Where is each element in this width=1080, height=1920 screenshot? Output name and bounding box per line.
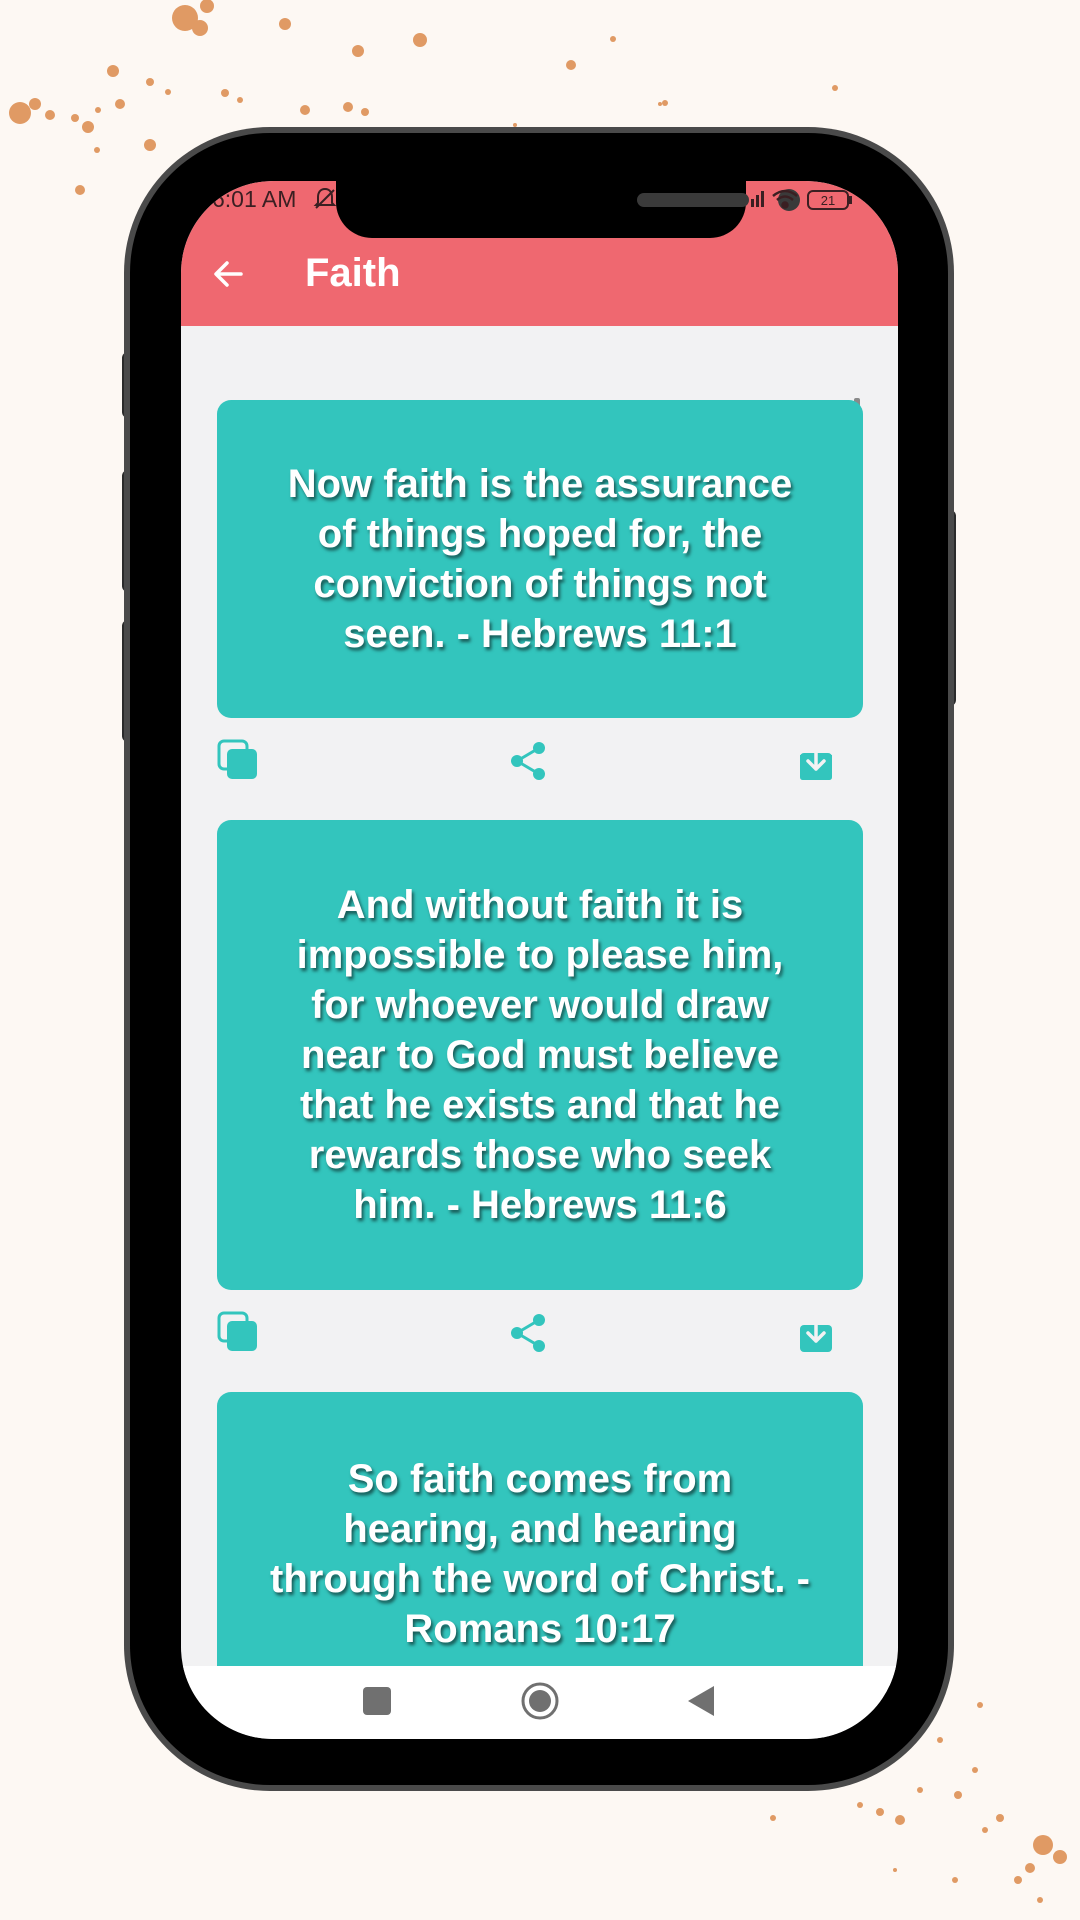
verse-text: And without faith it is impossible to pl… xyxy=(296,883,784,1227)
verse-card[interactable]: So faith comes from hearing, and hearing… xyxy=(217,1392,863,1666)
camera-notch xyxy=(336,181,800,238)
status-icons: 21 xyxy=(751,189,852,210)
phone-screen: 6:01 AM 21 Faith Now faith is the assura… xyxy=(181,181,898,1739)
earpiece-speaker xyxy=(637,193,749,207)
verse-text: So faith comes from hearing, and hearing… xyxy=(270,1457,810,1651)
wifi-icon xyxy=(772,189,798,209)
status-time: 6:01 AM xyxy=(212,186,297,212)
back-arrow-icon[interactable] xyxy=(211,257,245,291)
system-nav-bar xyxy=(181,1666,898,1739)
app-bar: 6:01 AM 21 Faith xyxy=(181,181,898,326)
battery-icon: 21 xyxy=(807,190,852,210)
copy-icon[interactable] xyxy=(217,1311,261,1355)
recents-button[interactable] xyxy=(363,1687,391,1715)
battery-level: 21 xyxy=(821,193,835,208)
page-title: Faith xyxy=(305,251,401,295)
share-icon[interactable] xyxy=(506,1311,550,1355)
home-button[interactable] xyxy=(520,1681,560,1721)
signal-icon xyxy=(751,191,764,207)
back-button[interactable] xyxy=(686,1684,716,1718)
verse-card[interactable]: Now faith is the assurance of things hop… xyxy=(217,400,863,718)
verse-card[interactable]: And without faith it is impossible to pl… xyxy=(217,820,863,1290)
share-icon[interactable] xyxy=(506,739,550,783)
download-icon[interactable] xyxy=(794,1311,838,1355)
bell-off-icon xyxy=(313,187,337,209)
verse-list[interactable]: Now faith is the assurance of things hop… xyxy=(181,326,898,1666)
copy-icon[interactable] xyxy=(217,739,261,783)
download-icon[interactable] xyxy=(794,739,838,783)
verse-text: Now faith is the assurance of things hop… xyxy=(287,462,793,656)
